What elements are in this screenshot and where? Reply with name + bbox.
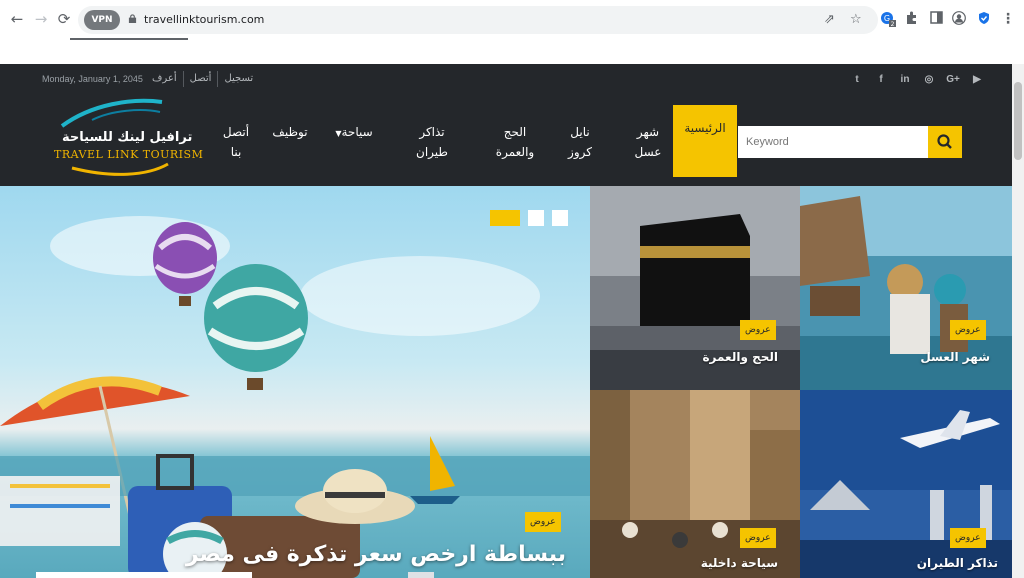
bookmark-star-icon[interactable]: ☆	[850, 12, 862, 28]
menu-tourism[interactable]: ▼سياحة	[330, 122, 378, 144]
browser-toolbar: ← → ⟳ VPN travellinktourism.com ⇗ ☆ G2 ⋮	[0, 0, 1024, 40]
search-input[interactable]	[738, 126, 928, 158]
tile-flight-title[interactable]: تذاكر الطيران	[917, 556, 998, 570]
tile-honeymoon-title[interactable]: شهر العسل	[920, 350, 990, 364]
top-links: أعرف أتصل تسجيل	[146, 71, 259, 87]
hero-image	[0, 216, 590, 578]
menu-hajj-line2: والعمرة	[495, 145, 535, 159]
shield-extension-icon[interactable]	[976, 11, 992, 27]
share-icon[interactable]: ⇗	[824, 12, 835, 28]
hero-badge[interactable]: عروض	[525, 512, 561, 532]
slider-dot-3[interactable]	[552, 210, 568, 226]
profile-icon[interactable]	[951, 11, 967, 27]
site-logo[interactable]: ترافيل لينك للسياحة TRAVEL LINK TOURISM	[52, 98, 203, 186]
menu-tickets-line2: طيران	[416, 145, 448, 159]
menu-honeymoon-line1: شهر	[636, 125, 660, 139]
tile-flight-badge[interactable]: عروض	[950, 528, 986, 548]
search-icon	[937, 134, 952, 149]
youtube-icon[interactable]: ▶	[970, 73, 984, 87]
hero-slider[interactable]: عروض ببساطة ارخص سعر تذكرة فى مصر	[0, 186, 590, 578]
top-link-register[interactable]: تسجيل	[217, 71, 259, 87]
side-panel-icon[interactable]	[928, 11, 944, 27]
tile-flight-image	[800, 390, 1012, 578]
url-text[interactable]: travellinktourism.com	[144, 13, 264, 26]
current-date: Monday, January 1, 2045	[42, 74, 143, 84]
tile-hajj-title[interactable]: الحج والعمرة	[702, 350, 778, 364]
menu-nile-line1: نايل	[570, 125, 590, 139]
menu-nile-cruise[interactable]: نايل كروز	[562, 122, 598, 162]
linkedin-icon[interactable]: in	[898, 73, 912, 87]
logo-arabic-text: ترافيل لينك للسياحة	[62, 130, 193, 145]
website: Monday, January 1, 2045 أعرف أتصل تسجيل …	[0, 64, 1012, 578]
tile-honeymoon[interactable]: عروض شهر العسل	[800, 186, 1012, 390]
tile-domestic-title[interactable]: سياحة داخلية	[701, 556, 778, 570]
slider-dot-1[interactable]	[490, 210, 520, 226]
address-bar[interactable]: VPN travellinktourism.com ⇗ ☆	[78, 6, 878, 34]
search-box	[738, 126, 928, 158]
tile-honeymoon-badge[interactable]: عروض	[950, 320, 986, 340]
facebook-icon[interactable]: f	[874, 73, 888, 87]
menu-honeymoon-line2: عسل	[634, 145, 662, 159]
menu-nile-line2: كروز	[568, 145, 592, 159]
extension-count: 2	[891, 21, 895, 27]
menu-contact[interactable]: أتصل بنا	[216, 122, 256, 162]
slider-dot-2[interactable]	[528, 210, 544, 226]
top-link-about[interactable]: أعرف	[146, 71, 183, 87]
search-button[interactable]	[928, 126, 962, 158]
extension-translate-icon[interactable]: G2	[880, 11, 896, 28]
twitter-icon[interactable]: t	[850, 73, 864, 87]
hero-title[interactable]: ببساطة ارخص سعر تذكرة فى مصر	[186, 542, 566, 567]
address-underline	[70, 38, 188, 40]
top-link-contact[interactable]: أتصل	[182, 71, 218, 87]
tile-hajj-badge[interactable]: عروض	[740, 320, 776, 340]
slider-dots	[490, 210, 568, 226]
menu-tickets[interactable]: تذاكر طيران	[410, 122, 454, 162]
scrollbar-thumb[interactable]	[1014, 82, 1022, 160]
menu-honeymoon[interactable]: شهر عسل	[628, 122, 668, 162]
menu-jobs[interactable]: توظيف	[268, 122, 312, 142]
tile-domestic-badge[interactable]: عروض	[740, 528, 776, 548]
back-icon[interactable]: ←	[8, 10, 26, 28]
menu-tourism-label: سياحة	[341, 125, 373, 139]
menu-hajj-line1: الحج	[503, 125, 527, 139]
menu-hajj[interactable]: الحج والعمرة	[484, 122, 546, 162]
bottom-bar	[36, 572, 252, 578]
forward-icon[interactable]: →	[32, 10, 50, 28]
social-links: t f in ◎ G+ ▶	[850, 73, 984, 87]
instagram-icon[interactable]: ◎	[922, 73, 936, 87]
vpn-badge[interactable]: VPN	[84, 10, 120, 30]
page-scrollbar[interactable]	[1012, 64, 1024, 578]
google-plus-icon[interactable]: G+	[946, 73, 960, 87]
menu-home[interactable]: الرئيسية	[673, 105, 737, 177]
lock-icon[interactable]	[128, 14, 137, 23]
tile-domestic-image	[590, 390, 800, 578]
logo-english-text: TRAVEL LINK TOURISM	[54, 148, 204, 161]
menu-contact-line2: بنا	[230, 145, 242, 159]
bottom-handle	[408, 572, 434, 578]
tile-flight-tickets[interactable]: عروض تذاكر الطيران	[800, 390, 1012, 578]
menu-contact-line1: أتصل	[222, 125, 250, 139]
extensions-puzzle-icon[interactable]	[904, 11, 920, 27]
menu-tickets-line1: تذاكر	[419, 125, 445, 139]
tile-hajj[interactable]: عروض الحج والعمرة	[590, 186, 800, 390]
tile-domestic-tourism[interactable]: عروض سياحة داخلية	[590, 390, 800, 578]
menu-kebab-icon[interactable]: ⋮	[1000, 11, 1016, 27]
reload-icon[interactable]: ⟳	[55, 10, 73, 28]
